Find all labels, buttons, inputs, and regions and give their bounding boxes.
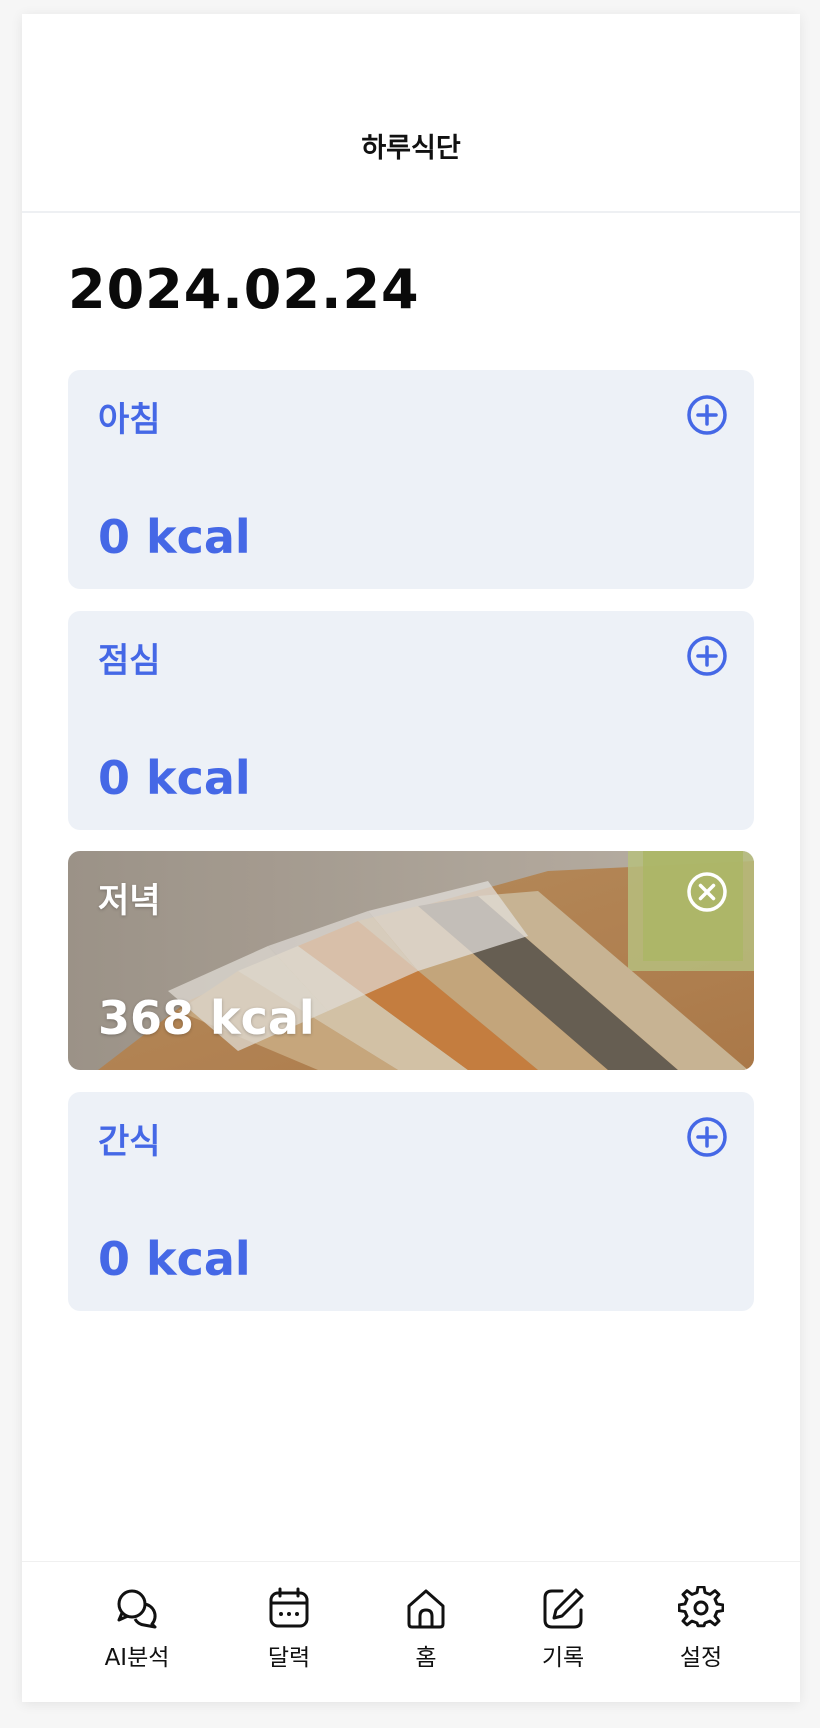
tab-ai-analysis[interactable]: AI분석 [82,1586,192,1672]
tab-label: 설정 [679,1645,723,1671]
tab-label: 기록 [541,1645,585,1671]
meal-kcal: 0 kcal [98,510,251,564]
plus-circle-icon[interactable] [686,635,728,677]
selected-date: 2024.02.24 [68,258,420,321]
chat-bubbles-icon [117,1589,157,1629]
meal-card-snack[interactable]: 간식 0 kcal [68,1092,754,1311]
bottom-tab-bar: AI분석 달력 홈 기록 설정 [22,1561,800,1702]
tab-home[interactable]: 홈 [371,1586,481,1672]
meal-name: 점심 [98,641,161,681]
app-screen: 하루식단 2024.02.24 아침 0 kcal 점심 0 kcal 저녁 3… [22,14,800,1702]
meal-name: 아침 [98,400,161,440]
meal-card-breakfast[interactable]: 아침 0 kcal [68,370,754,589]
home-icon [407,1589,445,1629]
close-circle-icon[interactable] [686,871,728,913]
meal-kcal: 0 kcal [98,1232,251,1286]
plus-circle-icon[interactable] [686,1116,728,1158]
tab-record[interactable]: 기록 [508,1586,618,1672]
meal-kcal: 0 kcal [98,751,251,805]
calendar-icon [269,1587,309,1628]
tab-label: AI분석 [104,1645,170,1671]
app-title: 하루식단 [361,133,461,164]
tab-calendar[interactable]: 달력 [234,1586,344,1672]
meal-card-lunch[interactable]: 점심 0 kcal [68,611,754,830]
plus-circle-icon[interactable] [686,394,728,436]
meal-name: 간식 [98,1122,161,1162]
meal-kcal: 368 kcal [98,991,315,1045]
meal-name: 저녁 [98,881,161,921]
meal-card-dinner[interactable]: 저녁 368 kcal [68,851,754,1070]
tab-label: 홈 [415,1645,437,1671]
tab-label: 달력 [267,1645,311,1671]
edit-icon [543,1588,584,1629]
tab-settings[interactable]: 설정 [646,1586,756,1672]
app-header: 하루식단 [22,14,800,213]
gear-icon [678,1586,724,1628]
